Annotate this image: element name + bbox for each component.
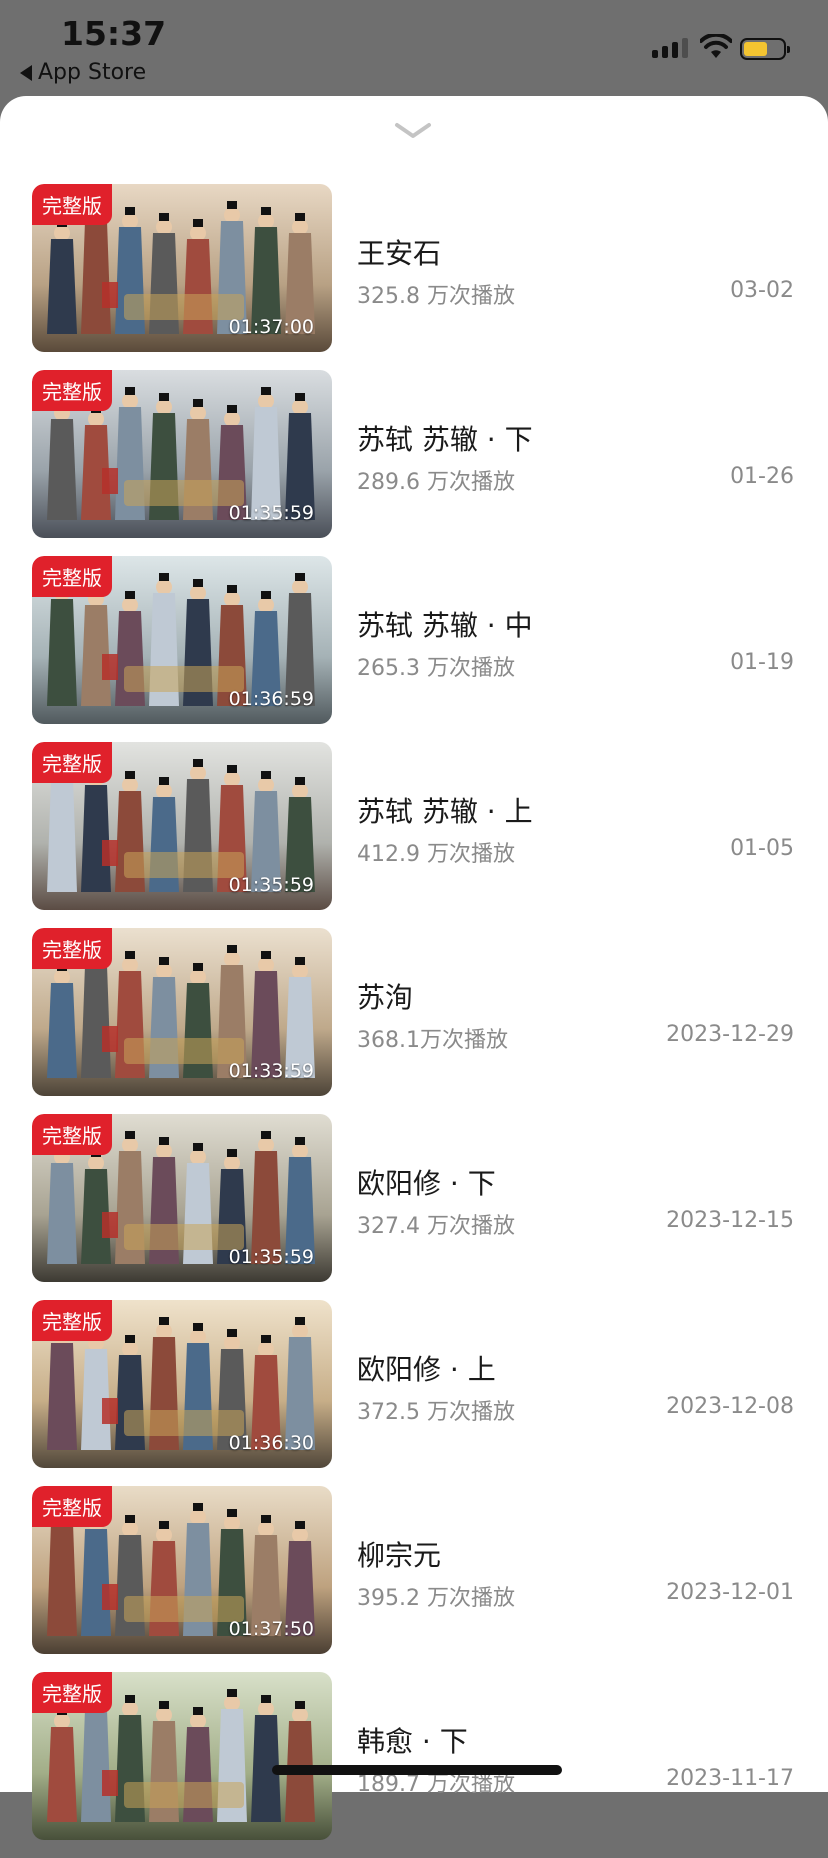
full-version-badge: 完整版	[32, 556, 112, 597]
episode-thumbnail[interactable]: 完整版 01:36:59	[32, 556, 332, 724]
full-version-badge: 完整版	[32, 184, 112, 225]
episode-list-item[interactable]: 完整版 01:36:59 苏轼 苏辙 · 中 265.3 万次播放 01-19	[0, 556, 828, 742]
episode-list-item[interactable]: 完整版 01:36:30 欧阳修 · 上 372.5 万次播放 2023-12-08	[0, 1300, 828, 1486]
episode-sheet: 完整版 01:37:00 王安石 325.8 万次播放 03-02 完整版 01:35:59…	[0, 96, 828, 1840]
publish-date: 2023-11-17	[666, 1766, 794, 1791]
video-duration: 01:36:30	[228, 1432, 314, 1454]
publish-date: 01-26	[730, 464, 794, 489]
episode-thumbnail[interactable]: 完整版	[32, 1672, 332, 1840]
chevron-down-icon[interactable]	[393, 120, 433, 142]
status-bar: 15:37 App Store	[0, 0, 828, 96]
back-to-app-store-link[interactable]: App Store	[20, 60, 146, 85]
full-version-badge: 完整版	[32, 370, 112, 411]
video-duration: 01:33:59	[228, 1060, 314, 1082]
full-version-badge: 完整版	[32, 1486, 112, 1527]
video-duration: 01:35:59	[228, 874, 314, 896]
play-count: 289.6 万次播放	[357, 470, 515, 495]
episode-thumbnail[interactable]: 完整版 01:33:59	[32, 928, 332, 1096]
episode-title[interactable]: 欧阳修 · 下	[357, 1162, 496, 1202]
status-time: 15:37	[61, 14, 167, 53]
episode-title[interactable]: 苏轼 苏辙 · 中	[357, 604, 533, 644]
episode-thumbnail[interactable]: 完整版 01:35:59	[32, 742, 332, 910]
episode-thumbnail[interactable]: 完整版 01:35:59	[32, 370, 332, 538]
episode-title[interactable]: 韩愈 · 下	[357, 1720, 468, 1760]
full-version-badge: 完整版	[32, 1300, 112, 1341]
episode-thumbnail[interactable]: 完整版 01:37:50	[32, 1486, 332, 1654]
episode-list-item[interactable]: 完整版 01:37:50 柳宗元 395.2 万次播放 2023-12-01	[0, 1486, 828, 1672]
episode-list-item[interactable]: 完整版 01:37:00 王安石 325.8 万次播放 03-02	[0, 184, 828, 370]
play-count: 395.2 万次播放	[357, 1586, 515, 1611]
publish-date: 2023-12-29	[666, 1022, 794, 1047]
publish-date: 01-05	[730, 836, 794, 861]
cellular-signal-icon	[652, 38, 688, 58]
episode-title[interactable]: 欧阳修 · 上	[357, 1348, 496, 1388]
play-count: 265.3 万次播放	[357, 656, 515, 681]
play-count: 327.4 万次播放	[357, 1214, 515, 1239]
publish-date: 2023-12-15	[666, 1208, 794, 1233]
episode-list-item[interactable]: 完整版 01:35:59 欧阳修 · 下 327.4 万次播放 2023-12-15	[0, 1114, 828, 1300]
episode-title[interactable]: 苏洵	[357, 976, 413, 1016]
back-arrow-icon	[20, 64, 32, 81]
play-count: 325.8 万次播放	[357, 284, 515, 309]
full-version-badge: 完整版	[32, 1114, 112, 1155]
video-duration: 01:37:00	[228, 316, 314, 338]
publish-date: 01-19	[730, 650, 794, 675]
publish-date: 2023-12-08	[666, 1394, 794, 1419]
episode-list-item[interactable]: 完整版 01:33:59 苏洵 368.1万次播放 2023-12-29	[0, 928, 828, 1114]
publish-date: 03-02	[730, 278, 794, 303]
play-count: 412.9 万次播放	[357, 842, 515, 867]
battery-icon	[740, 38, 790, 60]
full-version-badge: 完整版	[32, 1672, 112, 1713]
video-duration: 01:35:59	[228, 502, 314, 524]
home-indicator[interactable]	[272, 1765, 562, 1775]
episode-thumbnail[interactable]: 完整版 01:35:59	[32, 1114, 332, 1282]
episode-thumbnail[interactable]: 完整版 01:37:00	[32, 184, 332, 352]
episode-title[interactable]: 苏轼 苏辙 · 上	[357, 790, 533, 830]
publish-date: 2023-12-01	[666, 1580, 794, 1605]
video-duration: 01:35:59	[228, 1246, 314, 1268]
full-version-badge: 完整版	[32, 742, 112, 783]
episode-title[interactable]: 王安石	[357, 232, 441, 272]
full-version-badge: 完整版	[32, 928, 112, 969]
episode-thumbnail[interactable]: 完整版 01:36:30	[32, 1300, 332, 1468]
play-count: 368.1万次播放	[357, 1028, 508, 1053]
video-duration: 01:37:50	[228, 1618, 314, 1640]
episode-list: 完整版 01:37:00 王安石 325.8 万次播放 03-02 完整版 01:35:59…	[0, 184, 828, 1858]
episode-title[interactable]: 苏轼 苏辙 · 下	[357, 418, 533, 458]
episode-title[interactable]: 柳宗元	[357, 1534, 441, 1574]
video-duration: 01:36:59	[228, 688, 314, 710]
episode-list-item[interactable]: 完整版 01:35:59 苏轼 苏辙 · 上 412.9 万次播放 01-05	[0, 742, 828, 928]
wifi-icon	[700, 34, 732, 58]
episode-list-item[interactable]: 完整版 01:35:59 苏轼 苏辙 · 下 289.6 万次播放 01-26	[0, 370, 828, 556]
play-count: 372.5 万次播放	[357, 1400, 515, 1425]
back-app-label: App Store	[38, 60, 147, 85]
